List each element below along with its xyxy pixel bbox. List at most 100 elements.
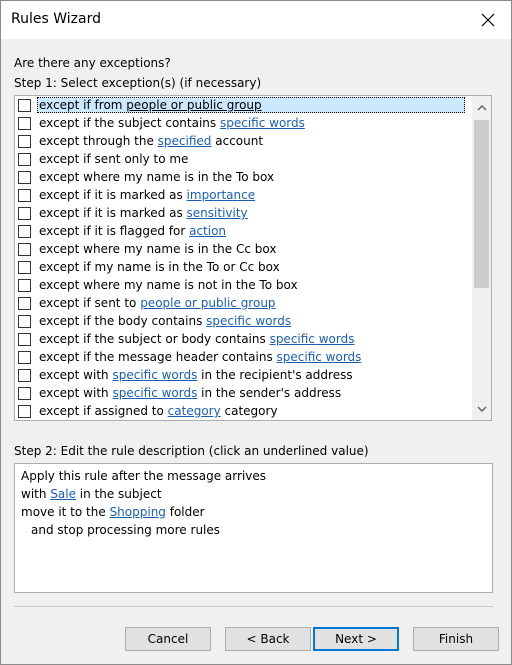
exception-label: except if the body contains specific wor… [37, 313, 293, 329]
exception-text: except if the subject contains [39, 116, 220, 130]
exception-value-link[interactable]: specific words [112, 386, 197, 400]
exception-label: except where my name is in the To box [37, 169, 276, 185]
exception-value-link[interactable]: specific words [270, 332, 355, 346]
exceptions-list-items: except if from people or public group exc… [15, 96, 473, 420]
exception-checkbox[interactable] [18, 116, 31, 130]
exception-checkbox[interactable] [18, 224, 31, 238]
exception-checkbox[interactable] [18, 134, 31, 148]
exception-label: except with specific words in the sender… [37, 385, 343, 401]
scroll-thumb[interactable] [474, 120, 489, 288]
description-line-subject: with Sale in the subject [21, 485, 486, 503]
exception-item[interactable]: except where my name is not in the To bo… [15, 276, 473, 294]
exception-label: except with specific words in the recipi… [37, 367, 355, 383]
close-icon [481, 13, 495, 27]
description-text: move it to the [21, 505, 110, 519]
exception-item[interactable]: except if it is marked as importance [15, 186, 473, 204]
exception-text: except with [39, 368, 113, 382]
exception-value-link[interactable]: specific words [277, 350, 362, 364]
exception-checkbox[interactable] [18, 98, 31, 112]
exception-checkbox[interactable] [18, 404, 31, 418]
exception-text: except if assigned to [39, 404, 168, 418]
exception-item[interactable]: except if sent to people or public group [15, 294, 473, 312]
exception-checkbox[interactable] [18, 332, 31, 346]
finish-button[interactable]: Finish [413, 627, 499, 651]
exception-checkbox[interactable] [18, 188, 31, 202]
next-button[interactable]: Next > [313, 627, 399, 651]
exception-item[interactable]: except with specific words in the recipi… [15, 366, 473, 384]
exception-checkbox[interactable] [18, 368, 31, 382]
exception-item[interactable]: except with specific words in the sender… [15, 384, 473, 402]
exception-value-link[interactable]: specified [158, 134, 212, 148]
exception-value-link[interactable]: specific words [112, 368, 197, 382]
exception-text: except if sent only to me [39, 152, 189, 166]
description-line-move: move it to the Shopping folder [21, 503, 486, 521]
exception-item[interactable]: except if the subject contains specific … [15, 114, 473, 132]
step1-label: Step 1: Select exception(s) (if necessar… [14, 76, 262, 90]
exception-item[interactable]: except if it is flagged for action [15, 222, 473, 240]
exception-text: except if it is marked as [39, 206, 187, 220]
description-text: folder [165, 505, 205, 519]
exceptions-list[interactable]: except if from people or public group exc… [14, 95, 492, 421]
exception-checkbox[interactable] [18, 278, 31, 292]
exception-checkbox[interactable] [18, 260, 31, 274]
exception-item[interactable]: except where my name is in the Cc box [15, 240, 473, 258]
window-title: Rules Wizard [11, 11, 101, 27]
exception-label: except through the specified account [37, 133, 265, 149]
exception-text: except through the [39, 134, 158, 148]
exception-value-link[interactable]: people or public group [126, 98, 261, 112]
exception-value-link[interactable]: category [168, 404, 221, 418]
rules-wizard-window: Rules Wizard Are there any exceptions? S… [0, 0, 512, 665]
exception-item[interactable]: except if assigned to category category [15, 402, 473, 420]
scroll-down-button[interactable] [472, 399, 491, 418]
exception-checkbox[interactable] [18, 152, 31, 166]
close-button[interactable] [465, 1, 511, 39]
exception-text: in the recipient's address [197, 368, 353, 382]
exception-item[interactable]: except if the message header contains sp… [15, 348, 473, 366]
back-button[interactable]: < Back [225, 627, 311, 651]
rule-description-box: Apply this rule after the message arrive… [14, 463, 493, 593]
exception-label: except if the subject contains specific … [37, 115, 307, 131]
exception-value-link[interactable]: specific words [220, 116, 305, 130]
exception-text: except where my name is in the Cc box [39, 242, 277, 256]
exception-label: except where my name is in the Cc box [37, 241, 278, 257]
exception-checkbox[interactable] [18, 242, 31, 256]
exception-value-link[interactable]: people or public group [140, 296, 275, 310]
exception-value-link[interactable]: sensitivity [187, 206, 248, 220]
description-line-stop: and stop processing more rules [31, 523, 221, 537]
exception-value-link[interactable]: action [189, 224, 226, 238]
scroll-up-button[interactable] [472, 98, 491, 117]
exception-checkbox[interactable] [18, 170, 31, 184]
exception-text: category [220, 404, 278, 418]
chevron-up-icon [477, 104, 486, 110]
title-bar: Rules Wizard [1, 1, 511, 39]
exception-checkbox[interactable] [18, 206, 31, 220]
exception-item[interactable]: except if the body contains specific wor… [15, 312, 473, 330]
exception-checkbox[interactable] [18, 296, 31, 310]
subject-words-link[interactable]: Sale [50, 487, 76, 501]
exception-label: except if sent to people or public group [37, 295, 278, 311]
exception-checkbox[interactable] [18, 314, 31, 328]
exception-text: except if the message header contains [39, 350, 277, 364]
exception-text: except if the body contains [39, 314, 207, 328]
exception-item[interactable]: except where my name is in the To box [15, 168, 473, 186]
exception-text: except if the subject or body contains [39, 332, 270, 346]
exception-item[interactable]: except if the subject or body contains s… [15, 330, 473, 348]
exception-value-link[interactable]: importance [187, 188, 256, 202]
exception-label: except if sent only to me [37, 151, 190, 167]
exception-label: except if from people or public group [37, 97, 465, 113]
exception-item[interactable]: except if sent only to me [15, 150, 473, 168]
exception-label: except if the message header contains sp… [37, 349, 363, 365]
exceptions-scrollbar[interactable] [472, 96, 491, 420]
exception-item[interactable]: except if it is marked as sensitivity [15, 204, 473, 222]
exception-item[interactable]: except if my name is in the To or Cc box [15, 258, 473, 276]
exception-item[interactable]: except if from people or public group [15, 96, 473, 114]
exception-checkbox[interactable] [18, 386, 31, 400]
cancel-button[interactable]: Cancel [125, 627, 211, 651]
exception-item[interactable]: except through the specified account [15, 132, 473, 150]
exception-text: account [211, 134, 264, 148]
exception-value-link[interactable]: specific words [206, 314, 291, 328]
folder-link[interactable]: Shopping [110, 505, 166, 519]
step2-label: Step 2: Edit the rule description (click… [14, 444, 369, 458]
exception-label: except if the subject or body contains s… [37, 331, 356, 347]
exception-checkbox[interactable] [18, 350, 31, 364]
